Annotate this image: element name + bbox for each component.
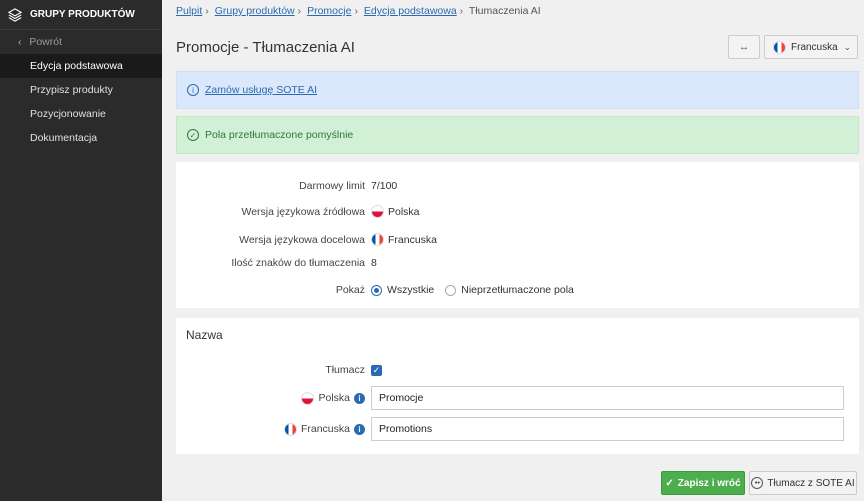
target-language-value: Francuska (388, 233, 438, 246)
check-circle-icon: ✓ (187, 129, 199, 141)
expand-button[interactable]: ↔ (728, 35, 760, 59)
success-message: Pola przetłumaczone pomyślnie (205, 129, 354, 141)
france-flag-icon (371, 233, 384, 246)
sidebar-item-edycja-podstawowa[interactable]: Edycja podstawowa (0, 54, 162, 78)
save-button-label: Zapisz i wróć (677, 477, 741, 489)
arrows-horizontal-icon: ↔ (739, 41, 749, 53)
breadcrumb-edycja-podstawowa[interactable]: Edycja podstawowa (364, 5, 457, 17)
layers-icon (8, 7, 22, 22)
sidebar-item-pozycjonowanie[interactable]: Pozycjonowanie (0, 102, 162, 126)
free-limit-row: Darmowy limit 7/100 (176, 180, 859, 192)
source-language-value: Polska (388, 205, 420, 218)
free-limit-label: Darmowy limit (299, 180, 365, 192)
success-alert: ✓ Pola przetłumaczone pomyślnie (176, 116, 859, 154)
back-link[interactable]: ‹ Powrót (0, 30, 162, 54)
free-limit-value: 7/100 (371, 180, 398, 192)
back-label: Powrót (29, 36, 63, 48)
france-flag-icon (283, 422, 297, 436)
breadcrumb-grupy-produktow[interactable]: Grupy produktów (215, 5, 295, 17)
breadcrumb-pulpit[interactable]: Pulpit (176, 5, 202, 17)
language-select[interactable]: Francuska ⌄ (764, 35, 858, 59)
source-language-row: Wersja językowa źródłowa Polska (176, 205, 859, 218)
polish-label: Polska (318, 392, 350, 404)
translator-label: Tłumacz (325, 364, 365, 376)
radio-all[interactable] (371, 284, 382, 296)
info-icon[interactable]: i (354, 423, 365, 435)
sidebar-item-label: Dokumentacja (30, 132, 98, 144)
chars-count-label: Ilość znaków do tłumaczenia (231, 257, 365, 269)
info-panel: Darmowy limit 7/100 Wersja językowa źród… (176, 162, 859, 308)
order-sote-ai-link[interactable]: Zamów usługę SOTE AI (205, 84, 317, 96)
sidebar-title: GRUPY PRODUKTÓW (30, 9, 135, 20)
source-language-label: Wersja językowa źródłowa (241, 205, 365, 218)
breadcrumb: Pulpit › Grupy produktów › Promocje › Edycj… (176, 5, 541, 17)
sidebar-item-przypisz-produkty[interactable]: Przypisz produkty (0, 78, 162, 102)
translator-row: Tłumacz ✓ (176, 364, 859, 376)
translator-checkbox[interactable]: ✓ (371, 364, 382, 376)
polish-name-row: Polska i Promocje (176, 386, 859, 410)
info-alert: i Zamów usługę SOTE AI (176, 71, 859, 109)
show-filter-label: Pokaż (335, 284, 365, 296)
translate-button-label: Tłumacz z SOTE AI (767, 477, 855, 489)
main-content: Pulpit › Grupy produktów › Promocje › Edycj… (162, 0, 864, 501)
breadcrumb-separator: › (297, 5, 302, 17)
show-filter-row: Pokaż Wszystkie Nieprzetłumaczone pola (176, 284, 859, 296)
breadcrumb-separator: › (205, 5, 209, 17)
section-heading: Nazwa (186, 328, 223, 342)
radio-all-label[interactable]: Wszystkie (387, 284, 434, 296)
sidebar-item-label: Pozycjonowanie (30, 108, 106, 120)
save-and-return-button[interactable]: ✓ Zapisz i wróć (661, 471, 745, 495)
info-icon[interactable]: i (354, 392, 365, 404)
polish-name-field[interactable]: Promocje (371, 386, 844, 410)
sidebar-item-dokumentacja[interactable]: Dokumentacja (0, 126, 162, 150)
breadcrumb-separator: › (459, 5, 464, 17)
sidebar: GRUPY PRODUKTÓW ‹ Powrót Edycja podstawo… (0, 0, 162, 501)
radio-untranslated[interactable] (445, 284, 457, 296)
translate-sote-ai-button[interactable]: •• Tłumacz z SOTE AI (749, 471, 857, 495)
radio-untranslated-label[interactable]: Nieprzetłumaczone pola (461, 284, 574, 296)
robot-icon: •• (751, 477, 764, 489)
name-panel: Nazwa Tłumacz ✓ Polska i Promocje Francu… (176, 318, 859, 454)
poland-flag-icon (371, 205, 384, 218)
toolbar: ↔ Francuska ⌄ (728, 35, 858, 59)
breadcrumb-current: Tłumaczenia AI (468, 5, 541, 17)
target-language-label: Wersja językowa docelowa (239, 233, 365, 246)
france-flag-icon (773, 40, 786, 54)
poland-flag-icon (301, 391, 315, 405)
sidebar-item-label: Edycja podstawowa (30, 60, 123, 72)
chevron-down-icon: ⌄ (843, 42, 851, 52)
sidebar-header: GRUPY PRODUKTÓW (0, 0, 162, 30)
breadcrumb-separator: › (354, 5, 358, 17)
breadcrumb-promocje[interactable]: Promocje (307, 5, 351, 17)
target-language-row: Wersja językowa docelowa Francuska (176, 233, 859, 246)
french-name-row: Francuska i Promotions (176, 417, 859, 441)
french-label: Francuska (300, 423, 350, 435)
chevron-left-icon: ‹ (18, 36, 22, 48)
language-select-value: Francuska (791, 41, 838, 53)
check-icon: ✓ (665, 477, 674, 489)
page-title: Promocje - Tłumaczenia AI (176, 39, 355, 56)
sidebar-item-label: Przypisz produkty (30, 84, 113, 96)
chars-count-value: 8 (371, 257, 377, 269)
chars-count-row: Ilość znaków do tłumaczenia 8 (176, 257, 859, 269)
french-name-field[interactable]: Promotions (371, 417, 844, 441)
info-icon: i (187, 84, 199, 96)
